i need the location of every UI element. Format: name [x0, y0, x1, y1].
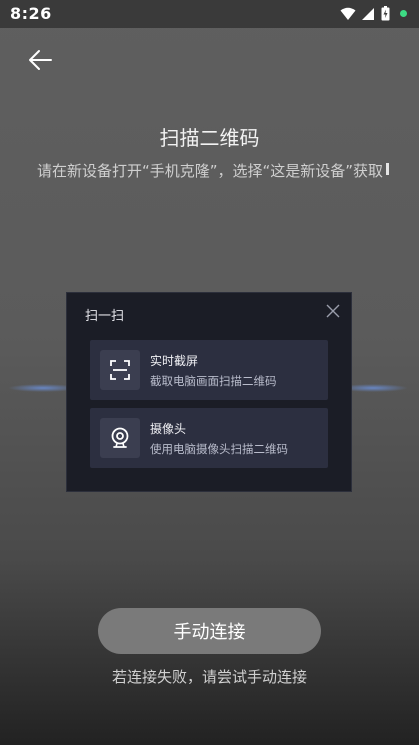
- battery-icon: [381, 6, 390, 21]
- signal-icon: [362, 7, 375, 21]
- status-icons: [340, 6, 407, 21]
- back-button[interactable]: [22, 44, 58, 76]
- screen: 8:26 扫描二维码 请在新设备打开“手机克隆”，选择“这是新设备”获取 扫一扫…: [0, 0, 419, 745]
- scan-dialog: 扫一扫 实时截屏 截取电脑画面扫描二维码 摄像头 使用电脑摄像头扫描二维码: [66, 292, 352, 492]
- option-screenshot[interactable]: 实时截屏 截取电脑画面扫描二维码: [90, 340, 328, 400]
- wifi-icon: [340, 7, 356, 21]
- manual-connect-button[interactable]: 手动连接: [98, 608, 321, 654]
- option-webcam[interactable]: 摄像头 使用电脑摄像头扫描二维码: [90, 408, 328, 468]
- text-cursor: [386, 163, 389, 175]
- notification-dot: [400, 10, 407, 17]
- webcam-icon: [100, 418, 140, 458]
- back-arrow-icon: [29, 50, 52, 70]
- status-bar: 8:26: [0, 0, 419, 28]
- page-description: 请在新设备打开“手机克隆”，选择“这是新设备”获取扫描二维码: [36, 162, 384, 180]
- connection-hint: 若连接失败，请尝试手动连接: [111, 668, 307, 686]
- page-title: 扫描二维码: [159, 126, 260, 150]
- option-screenshot-subtitle: 截取电脑画面扫描二维码: [150, 374, 277, 388]
- dialog-title: 扫一扫: [85, 309, 125, 324]
- close-button[interactable]: [325, 303, 341, 319]
- screenshot-frame-icon: [100, 350, 140, 390]
- option-webcam-title: 摄像头: [150, 422, 187, 436]
- option-screenshot-title: 实时截屏: [150, 354, 199, 368]
- close-icon: [326, 304, 340, 318]
- option-webcam-subtitle: 使用电脑摄像头扫描二维码: [150, 442, 288, 456]
- status-time: 8:26: [10, 4, 52, 23]
